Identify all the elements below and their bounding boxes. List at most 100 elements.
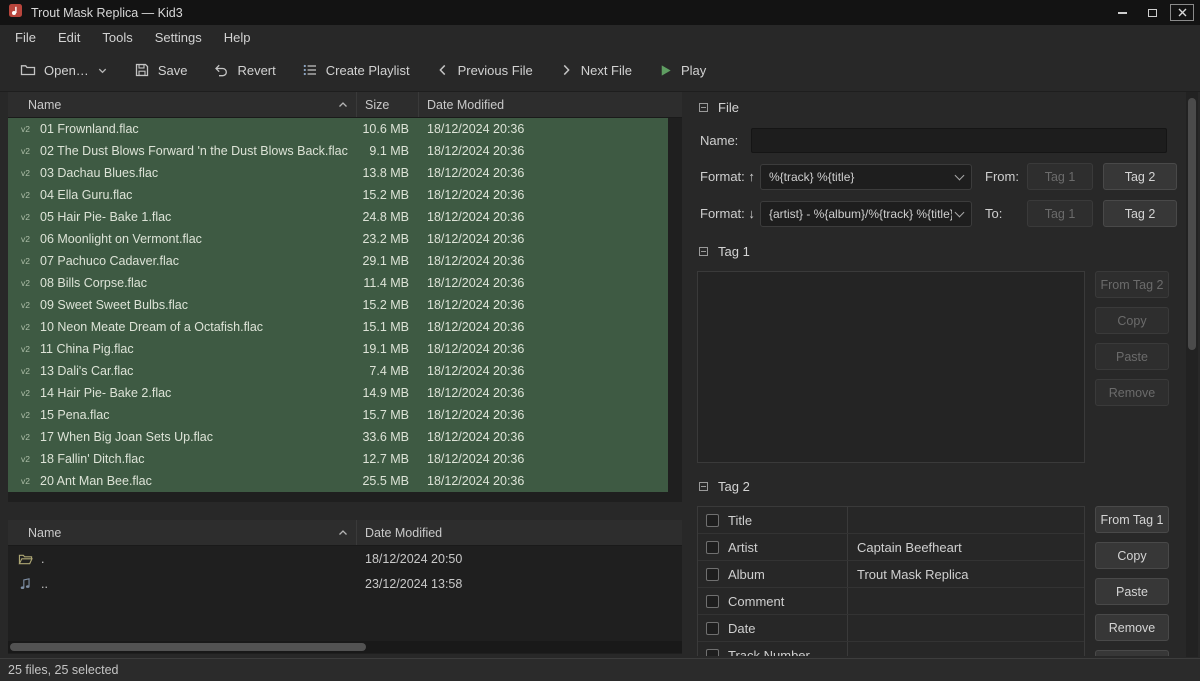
tag1-action-button[interactable]: Copy xyxy=(1095,307,1169,334)
file-row[interactable]: v2 17 When Big Joan Sets Up.flac 33.6 MB… xyxy=(8,426,668,448)
column-header-size[interactable]: Size xyxy=(357,92,419,117)
vertical-scrollbar-thumb[interactable] xyxy=(1188,98,1196,350)
file-row[interactable]: v2 03 Dachau Blues.flac 13.8 MB 18/12/20… xyxy=(8,162,668,184)
collapse-icon[interactable] xyxy=(699,247,708,256)
tag2-action-button[interactable]: Paste xyxy=(1095,578,1169,605)
previous-file-button[interactable]: Previous File xyxy=(428,57,541,84)
tag1-action-button[interactable]: Paste xyxy=(1095,343,1169,370)
tag-version-icon: v2 xyxy=(21,388,34,398)
file-size: 15.2 MB xyxy=(357,298,419,312)
file-row[interactable]: v2 09 Sweet Sweet Bulbs.flac 15.2 MB 18/… xyxy=(8,294,668,316)
file-row[interactable]: v2 08 Bills Corpse.flac 11.4 MB 18/12/20… xyxy=(8,272,668,294)
column-header-name[interactable]: Name xyxy=(8,92,357,117)
menu-item[interactable]: Tools xyxy=(91,27,143,48)
field-value[interactable]: Trout Mask Replica xyxy=(848,567,1084,582)
file-row[interactable]: v2 15 Pena.flac 15.7 MB 18/12/2024 20:36 xyxy=(8,404,668,426)
to-tag1-button[interactable]: Tag 1 xyxy=(1027,200,1093,227)
folder-row-parent[interactable]: .. 23/12/2024 13:58 xyxy=(8,571,682,596)
tag2-field-row[interactable]: Title xyxy=(698,507,1084,534)
collapse-icon[interactable] xyxy=(699,103,708,112)
open-button[interactable]: Open… xyxy=(12,56,116,84)
save-button[interactable]: Save xyxy=(126,56,196,84)
tag-version-icon: v2 xyxy=(21,190,34,200)
file-row[interactable]: v2 07 Pachuco Cadaver.flac 29.1 MB 18/12… xyxy=(8,250,668,272)
file-modified: 18/12/2024 20:36 xyxy=(419,342,668,356)
format-from-combobox[interactable]: %{track} %{title} xyxy=(760,164,972,190)
section-header-tag2[interactable]: Tag 2 xyxy=(699,479,1178,494)
minimize-button[interactable] xyxy=(1110,4,1134,21)
folder-row-current[interactable]: . 18/12/2024 20:50 xyxy=(8,546,682,571)
titlebar: Trout Mask Replica — Kid3 xyxy=(0,0,1200,25)
play-button[interactable]: Play xyxy=(650,57,714,84)
tag1-action-button[interactable]: Remove xyxy=(1095,379,1169,406)
file-name: 01 Frownland.flac xyxy=(40,122,139,136)
file-row[interactable]: v2 05 Hair Pie- Bake 1.flac 24.8 MB 18/1… xyxy=(8,206,668,228)
field-checkbox[interactable] xyxy=(706,622,719,635)
column-header-modified[interactable]: Date Modified xyxy=(419,92,682,117)
tag2-field-row[interactable]: Comment xyxy=(698,588,1084,615)
file-size: 14.9 MB xyxy=(357,386,419,400)
file-modified: 18/12/2024 20:36 xyxy=(419,166,668,180)
menu-item[interactable]: Help xyxy=(213,27,262,48)
file-row[interactable]: v2 02 The Dust Blows Forward 'n the Dust… xyxy=(8,140,668,162)
folder-column-header-name[interactable]: Name xyxy=(8,520,357,545)
file-modified: 18/12/2024 20:36 xyxy=(419,474,668,488)
from-tag2-button[interactable]: Tag 2 xyxy=(1103,163,1177,190)
section-header-tag1[interactable]: Tag 1 xyxy=(699,244,1178,259)
tag2-action-button[interactable]: Remove xyxy=(1095,614,1169,641)
field-checkbox[interactable] xyxy=(706,568,719,581)
field-checkbox[interactable] xyxy=(706,514,719,527)
collapse-icon[interactable] xyxy=(699,482,708,491)
file-row[interactable]: v2 13 Dali's Car.flac 7.4 MB 18/12/2024 … xyxy=(8,360,668,382)
file-size: 25.5 MB xyxy=(357,474,419,488)
tag2-action-button[interactable]: From Tag 1 xyxy=(1095,506,1169,533)
file-row[interactable]: v2 18 Fallin' Ditch.flac 12.7 MB 18/12/2… xyxy=(8,448,668,470)
tag2-field-row[interactable]: Album Trout Mask Replica xyxy=(698,561,1084,588)
file-modified: 18/12/2024 20:36 xyxy=(419,254,668,268)
folder-open-icon xyxy=(20,62,36,78)
next-file-button[interactable]: Next File xyxy=(551,57,640,84)
menu-item[interactable]: Edit xyxy=(47,27,91,48)
revert-button[interactable]: Revert xyxy=(205,56,283,84)
format-to-combobox[interactable]: {artist} - %{album}/%{track} %{title} xyxy=(760,201,972,227)
file-modified: 18/12/2024 20:36 xyxy=(419,144,668,158)
folder-column-header-modified[interactable]: Date Modified xyxy=(357,520,682,545)
to-tag2-button[interactable]: Tag 2 xyxy=(1103,200,1177,227)
field-checkbox[interactable] xyxy=(706,649,719,657)
folder-modified: 18/12/2024 20:50 xyxy=(357,552,682,566)
field-checkbox[interactable] xyxy=(706,541,719,554)
file-row[interactable]: v2 14 Hair Pie- Bake 2.flac 14.9 MB 18/1… xyxy=(8,382,668,404)
file-size: 12.7 MB xyxy=(357,452,419,466)
menu-item[interactable]: Settings xyxy=(144,27,213,48)
field-value[interactable]: Captain Beefheart xyxy=(848,540,1084,555)
chevron-left-icon xyxy=(436,63,450,77)
tag1-action-button[interactable]: From Tag 2 xyxy=(1095,271,1169,298)
horizontal-scrollbar-thumb[interactable] xyxy=(10,643,366,651)
from-tag1-button[interactable]: Tag 1 xyxy=(1027,163,1093,190)
horizontal-scrollbar[interactable] xyxy=(8,641,682,653)
tag2-field-row[interactable]: Date xyxy=(698,615,1084,642)
file-row[interactable]: v2 01 Frownland.flac 10.6 MB 18/12/2024 … xyxy=(8,118,668,140)
file-row[interactable]: v2 11 China Pig.flac 19.1 MB 18/12/2024 … xyxy=(8,338,668,360)
create-playlist-button[interactable]: Create Playlist xyxy=(294,56,418,84)
file-size: 33.6 MB xyxy=(357,430,419,444)
filename-input[interactable] xyxy=(751,128,1167,153)
file-name: 07 Pachuco Cadaver.flac xyxy=(40,254,179,268)
tag2-field-row[interactable]: Artist Captain Beefheart xyxy=(698,534,1084,561)
file-row[interactable]: v2 10 Neon Meate Dream of a Octafish.fla… xyxy=(8,316,668,338)
tag-version-icon: v2 xyxy=(21,322,34,332)
tag2-action-button[interactable]: Edit xyxy=(1095,650,1169,656)
maximize-button[interactable] xyxy=(1140,4,1164,21)
tag2-field-row[interactable]: Track Number xyxy=(698,642,1084,656)
file-row[interactable]: v2 06 Moonlight on Vermont.flac 23.2 MB … xyxy=(8,228,668,250)
section-header-file[interactable]: File xyxy=(699,100,1178,115)
window-title: Trout Mask Replica — Kid3 xyxy=(31,6,183,20)
menu-item[interactable]: File xyxy=(4,27,47,48)
vertical-scrollbar[interactable] xyxy=(1186,92,1198,657)
tag2-action-button[interactable]: Copy xyxy=(1095,542,1169,569)
file-row[interactable]: v2 20 Ant Man Bee.flac 25.5 MB 18/12/202… xyxy=(8,470,668,492)
close-button[interactable] xyxy=(1170,4,1194,21)
file-row[interactable]: v2 04 Ella Guru.flac 15.2 MB 18/12/2024 … xyxy=(8,184,668,206)
field-checkbox[interactable] xyxy=(706,595,719,608)
revert-icon xyxy=(213,62,229,78)
